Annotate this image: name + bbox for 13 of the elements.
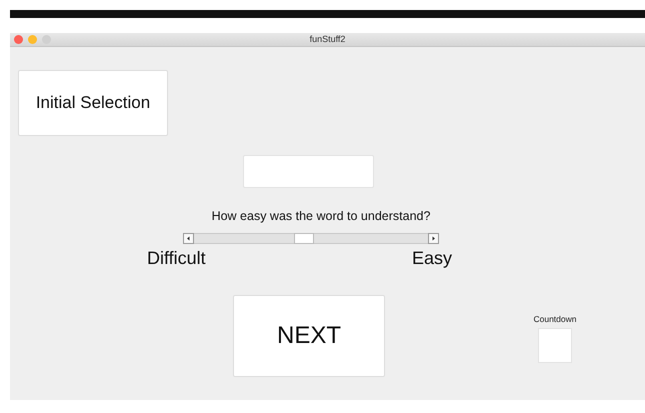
initial-selection-button[interactable]: Initial Selection xyxy=(18,70,168,136)
min-label: Difficult xyxy=(147,247,206,269)
max-label: Easy xyxy=(412,247,452,269)
window-title: funStuff2 xyxy=(310,35,346,44)
close-button[interactable] xyxy=(14,35,23,44)
countdown-label: Countdown xyxy=(533,314,576,325)
countdown-box xyxy=(538,328,572,363)
next-button[interactable]: NEXT xyxy=(233,295,385,377)
question-text: How easy was the word to understand? xyxy=(212,209,430,224)
minimize-button[interactable] xyxy=(28,35,37,44)
slider-thumb[interactable] xyxy=(294,233,314,244)
answer-field[interactable] xyxy=(243,155,374,188)
zoom-button[interactable] xyxy=(42,35,51,44)
